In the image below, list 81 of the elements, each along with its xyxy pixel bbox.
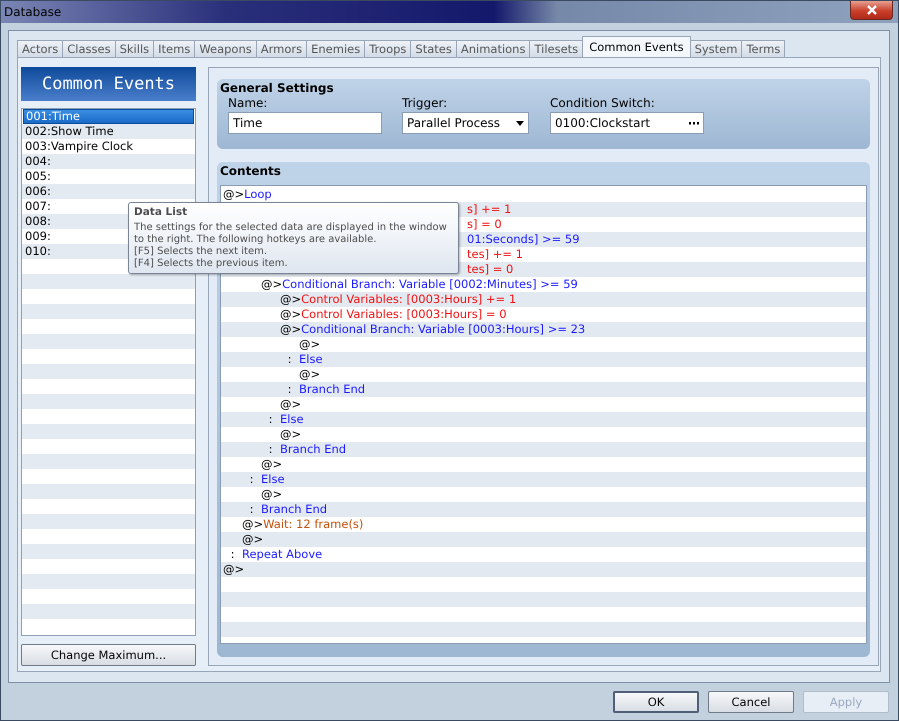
command-marker: : xyxy=(286,352,292,367)
list-item[interactable]: 002:Show Time xyxy=(23,124,194,139)
tab[interactable]: Tilesets xyxy=(529,40,584,57)
command-marker: : xyxy=(268,442,274,457)
command-marker: @> xyxy=(261,277,282,292)
tab[interactable]: Animations xyxy=(456,40,530,57)
command-text: tes] += 1 xyxy=(467,247,523,262)
tab[interactable]: Armors xyxy=(256,40,308,57)
list-item[interactable]: 006: xyxy=(23,184,194,199)
command-marker: : xyxy=(248,502,254,517)
command-text: Repeat Above xyxy=(242,547,322,562)
name-field[interactable]: Time xyxy=(228,112,382,134)
command-text: Branch End xyxy=(299,382,366,397)
group-title: General Settings xyxy=(220,81,335,96)
command-marker: @> xyxy=(242,517,264,532)
tooltip-text: to the right. The following hotkeys are available. xyxy=(134,234,378,246)
caret-icon xyxy=(516,120,524,126)
condition-switch-field[interactable]: 0100:Clockstart xyxy=(550,112,704,134)
command-text: Control Variables: [0003:Hours] = 0 xyxy=(301,307,507,322)
tooltip-text: [F4] Selects the previous item. xyxy=(134,258,289,270)
window-title: Database xyxy=(3,4,62,19)
tab[interactable]: Common Events xyxy=(582,36,691,57)
command-text: 01:Seconds] >= 59 xyxy=(467,232,580,247)
command-text: Else xyxy=(261,472,285,487)
trigger-dropdown[interactable]: Parallel Process xyxy=(402,112,529,134)
command-marker: @> xyxy=(280,322,302,337)
tooltip-title: Data List xyxy=(134,206,188,218)
command-marker: @> xyxy=(280,307,302,322)
command-text: Branch End xyxy=(280,442,346,457)
command-text: tes] = 0 xyxy=(467,262,514,277)
command-marker: @> xyxy=(261,457,282,472)
tab[interactable]: Troops xyxy=(364,40,412,57)
dialog-button[interactable]: Cancel xyxy=(708,690,794,712)
command-marker: @> xyxy=(242,532,264,547)
close-button[interactable] xyxy=(850,1,893,20)
command-text: s] = 0 xyxy=(467,217,502,232)
list-item[interactable]: 003:Vampire Clock xyxy=(23,139,194,154)
field-label: Condition Switch: xyxy=(550,96,656,111)
tooltip-text: The settings for the selected data are displayed in the window xyxy=(134,222,448,234)
field-label: Trigger: xyxy=(402,96,448,111)
command-marker: @> xyxy=(299,337,320,352)
command-marker: : xyxy=(230,547,236,562)
close-icon xyxy=(866,5,878,15)
tab[interactable]: Terms xyxy=(741,40,786,57)
tab[interactable]: Enemies xyxy=(306,40,366,57)
more-icon xyxy=(689,122,699,124)
command-text: Conditional Branch: Variable [0002:Minutes] >= 59 xyxy=(282,277,578,292)
command-marker: @> xyxy=(223,187,244,202)
tab[interactable]: Items xyxy=(153,40,196,57)
command-marker: @> xyxy=(261,487,282,502)
tab[interactable]: Classes xyxy=(62,40,116,57)
command-marker: : xyxy=(286,382,292,397)
section-title: Common Events xyxy=(42,74,176,94)
tab[interactable]: System xyxy=(690,40,742,57)
tab[interactable]: Skills xyxy=(114,40,154,57)
dialog-button[interactable]: OK xyxy=(613,690,699,712)
tab[interactable]: States xyxy=(410,40,457,57)
command-marker: @> xyxy=(280,397,302,412)
command-text: s] += 1 xyxy=(467,202,512,217)
group-title: Contents xyxy=(220,164,282,179)
field-label: Name: xyxy=(228,96,268,111)
tab[interactable]: Actors xyxy=(17,40,64,57)
command-text: Branch End xyxy=(261,502,328,517)
command-marker: : xyxy=(248,472,254,487)
command-marker: @> xyxy=(280,427,302,442)
change-maximum-button[interactable]: Change Maximum... xyxy=(21,644,196,666)
list-item[interactable]: 005: xyxy=(23,169,194,184)
command-text: Else xyxy=(280,412,304,427)
list-item[interactable]: 001:Time xyxy=(23,109,194,124)
command-text: Wait: 12 frame(s) xyxy=(263,517,364,532)
command-text: Control Variables: [0003:Hours] += 1 xyxy=(301,292,516,307)
command-marker: @> xyxy=(299,367,320,382)
list-item[interactable]: 004: xyxy=(23,154,194,169)
tab[interactable]: Weapons xyxy=(194,40,257,57)
tooltip-text: [F5] Selects the next item. xyxy=(134,246,268,258)
command-text: Loop xyxy=(244,187,272,202)
command-marker: : xyxy=(268,412,274,427)
command-text: Conditional Branch: Variable [0003:Hours] >= 23 xyxy=(301,322,586,337)
command-marker: @> xyxy=(223,562,244,577)
command-marker: @> xyxy=(280,292,302,307)
command-text: Else xyxy=(299,352,323,367)
